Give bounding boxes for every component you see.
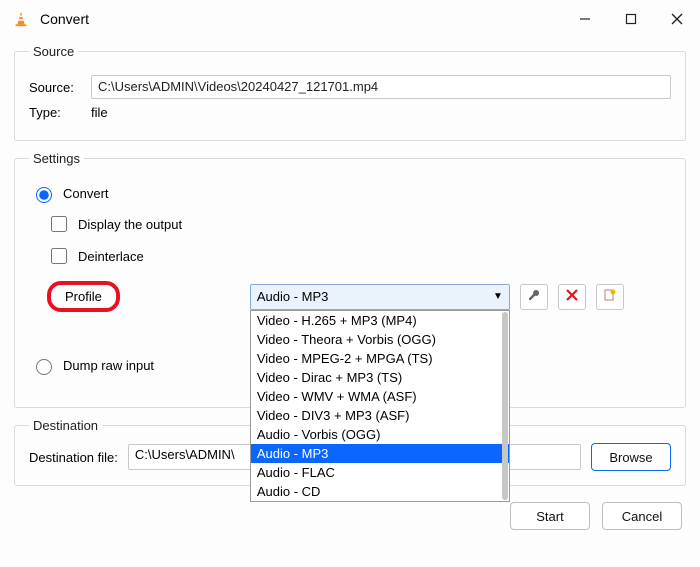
- profile-option[interactable]: Video - Theora + Vorbis (OGG): [251, 330, 509, 349]
- profile-option[interactable]: Audio - CD: [251, 482, 509, 501]
- window-title: Convert: [40, 11, 562, 27]
- minimize-button[interactable]: [562, 0, 608, 38]
- source-group: Source Source: C:\Users\ADMIN\Videos\202…: [14, 44, 686, 141]
- browse-button[interactable]: Browse: [591, 443, 671, 471]
- profile-selected-value: Audio - MP3: [257, 289, 329, 304]
- profile-option-selected[interactable]: Audio - MP3: [251, 444, 509, 463]
- destination-legend: Destination: [29, 418, 102, 433]
- profile-option[interactable]: Video - WMV + WMA (ASF): [251, 387, 509, 406]
- deinterlace-checkbox[interactable]: Deinterlace: [47, 245, 671, 267]
- x-icon: [566, 289, 578, 304]
- start-button[interactable]: Start: [510, 502, 590, 530]
- type-label: Type:: [29, 105, 91, 120]
- settings-legend: Settings: [29, 151, 84, 166]
- titlebar: Convert: [0, 0, 700, 38]
- dump-raw-input[interactable]: [36, 359, 52, 375]
- profile-option[interactable]: Video - MPEG-2 + MPGA (TS): [251, 349, 509, 368]
- new-profile-button[interactable]: [596, 284, 624, 310]
- display-output-checkbox[interactable]: Display the output: [47, 213, 671, 235]
- profile-dropdown-list[interactable]: Video - H.265 + MP3 (MP4) Video - Theora…: [250, 310, 510, 502]
- dump-raw-label: Dump raw input: [63, 358, 154, 373]
- deinterlace-label: Deinterlace: [78, 249, 144, 264]
- display-output-label: Display the output: [78, 217, 182, 232]
- close-button[interactable]: [654, 0, 700, 38]
- wrench-icon: [527, 288, 541, 305]
- profile-option[interactable]: Audio - FLAC: [251, 463, 509, 482]
- type-value: file: [91, 105, 108, 120]
- deinterlace-input[interactable]: [51, 248, 67, 264]
- scrollbar[interactable]: [502, 312, 508, 500]
- edit-profile-button[interactable]: [520, 284, 548, 310]
- settings-group: Settings Convert Display the output Dein…: [14, 151, 686, 408]
- profile-dropdown[interactable]: Audio - MP3 ▼ Video - H.265 + MP3 (MP4) …: [250, 284, 510, 310]
- source-input[interactable]: C:\Users\ADMIN\Videos\20240427_121701.mp…: [91, 75, 671, 99]
- profile-option[interactable]: Video - DIV3 + MP3 (ASF): [251, 406, 509, 425]
- delete-profile-button[interactable]: [558, 284, 586, 310]
- destination-label: Destination file:: [29, 450, 118, 465]
- cancel-button[interactable]: Cancel: [602, 502, 682, 530]
- display-output-input[interactable]: [51, 216, 67, 232]
- vlc-cone-icon: [12, 10, 30, 28]
- profile-highlight: Profile: [47, 281, 120, 312]
- profile-option[interactable]: Audio - Vorbis (OGG): [251, 425, 509, 444]
- profile-option[interactable]: Video - Dirac + MP3 (TS): [251, 368, 509, 387]
- convert-radio-label: Convert: [63, 186, 109, 201]
- convert-radio[interactable]: Convert: [31, 184, 671, 203]
- source-legend: Source: [29, 44, 78, 59]
- profile-label: Profile: [65, 289, 102, 304]
- chevron-down-icon: ▼: [493, 291, 503, 302]
- source-label: Source:: [29, 80, 91, 95]
- window-controls: [562, 0, 700, 38]
- profile-option[interactable]: Video - H.265 + MP3 (MP4): [251, 311, 509, 330]
- new-document-icon: [603, 288, 617, 305]
- convert-radio-input[interactable]: [36, 187, 52, 203]
- maximize-button[interactable]: [608, 0, 654, 38]
